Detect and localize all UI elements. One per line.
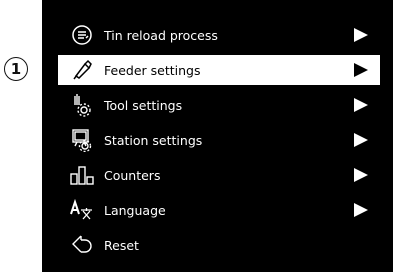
tool-settings-icon	[70, 93, 94, 117]
submenu-arrow-icon	[354, 168, 368, 182]
menu-item-reset[interactable]: Reset	[58, 230, 380, 260]
menu-item-label: Counters	[104, 167, 161, 183]
language-icon	[70, 198, 94, 222]
callout-number: 1	[10, 60, 22, 78]
reset-icon	[70, 233, 94, 257]
station-settings-icon	[70, 128, 94, 152]
station-menu-screen: Tin reload process Feeder settings Tool …	[42, 0, 393, 272]
menu-item-tin-reload-process[interactable]: Tin reload process	[58, 20, 380, 50]
menu-item-label: Feeder settings	[104, 62, 201, 78]
tin-reload-icon	[70, 23, 94, 47]
submenu-arrow-icon	[354, 28, 368, 42]
menu-item-language[interactable]: Language	[58, 195, 380, 225]
step-callout: 1	[4, 57, 28, 81]
menu-item-feeder-settings[interactable]: Feeder settings	[58, 55, 380, 85]
menu-item-tool-settings[interactable]: Tool settings	[58, 90, 380, 120]
menu-item-label: Tool settings	[104, 97, 183, 113]
menu-item-label: Tin reload process	[104, 27, 218, 43]
submenu-arrow-icon	[354, 98, 368, 112]
submenu-arrow-icon	[354, 203, 368, 217]
submenu-arrow-icon	[354, 133, 368, 147]
feeder-icon	[70, 58, 94, 82]
menu-item-counters[interactable]: Counters	[58, 160, 380, 190]
menu-item-label: Language	[104, 202, 166, 218]
menu-item-label: Station settings	[104, 132, 203, 148]
menu-item-station-settings[interactable]: Station settings	[58, 125, 380, 155]
menu-item-label: Reset	[104, 237, 139, 253]
counters-icon	[70, 163, 94, 187]
submenu-arrow-icon	[354, 63, 368, 77]
